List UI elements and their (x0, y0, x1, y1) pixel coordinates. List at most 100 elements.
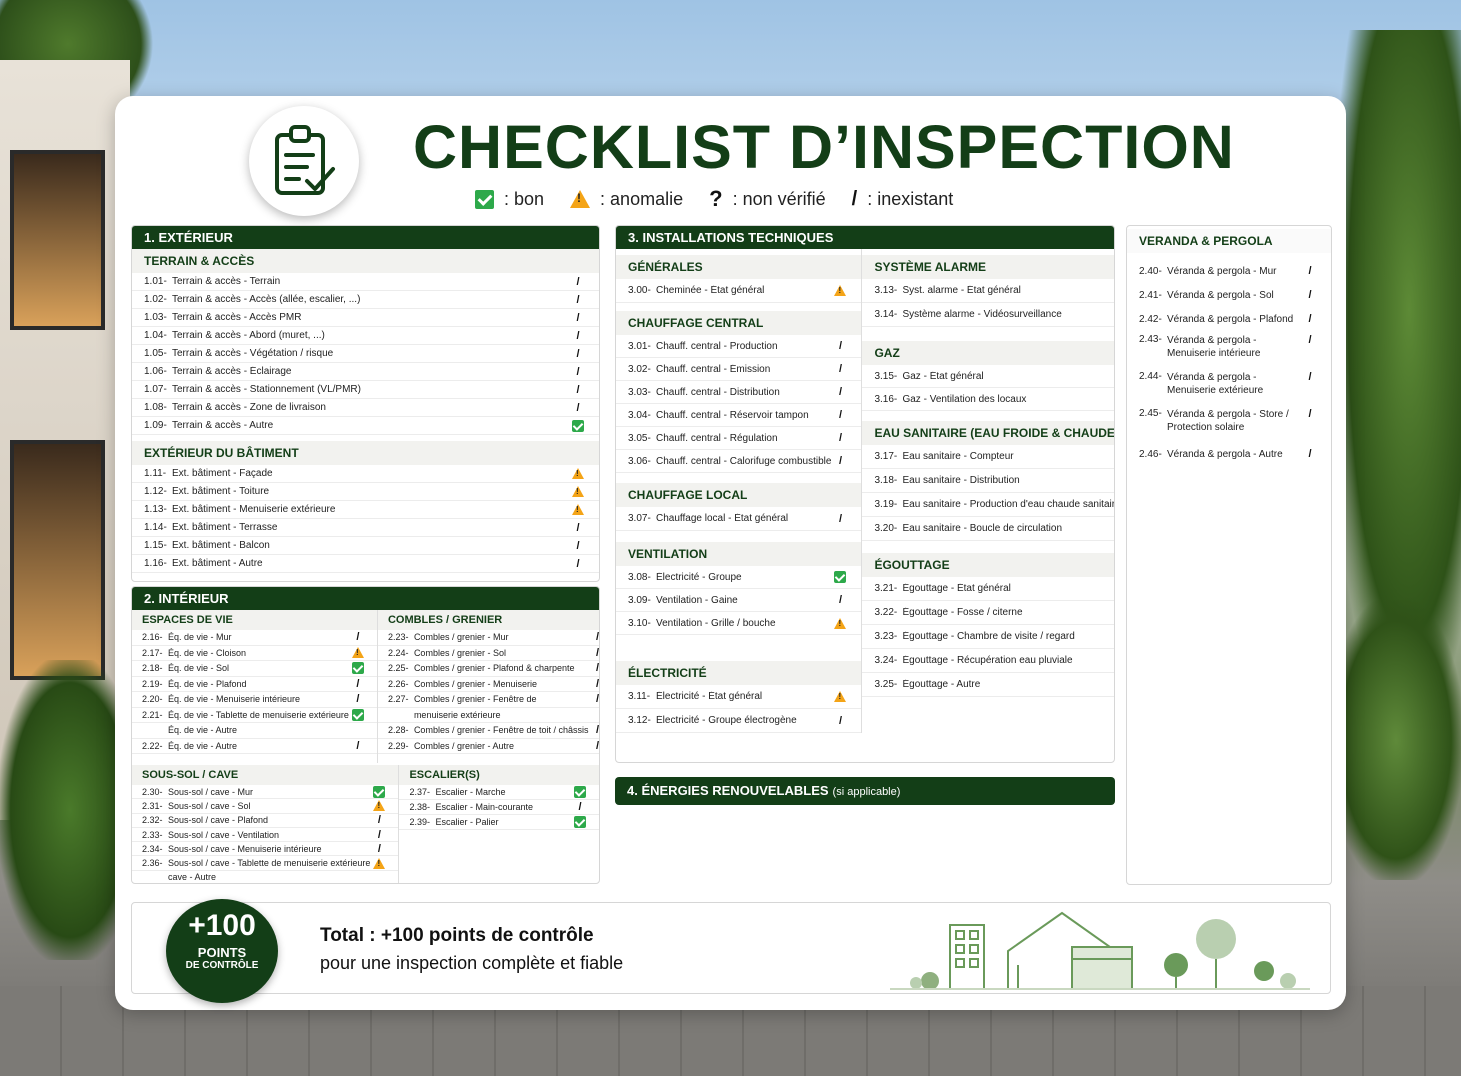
slash-icon: / (838, 409, 842, 421)
item-label: Éq. de vie - Plafond (168, 678, 247, 689)
checklist-row: 2.25- Combles / grenier - Plafond & charp… (377, 661, 600, 677)
slash-icon: / (377, 842, 381, 855)
warning-icon (569, 486, 587, 497)
item-label: Eau sanitaire - Production d'eau chaude … (902, 499, 1115, 510)
subsection-title: GÉNÉRALES (616, 255, 862, 279)
item-number: 3.13- (874, 285, 898, 296)
item-label: Éq. de vie - Tablette de menuiserie exté… (168, 709, 349, 720)
checklist-row: 1.05- Terrain & accès - Végétation / risq… (132, 345, 599, 363)
slash-icon: / (576, 383, 580, 396)
legend: : bon : anomalie ? : non vérifié / : ine… (475, 186, 979, 212)
item-label: Sous-sol / cave - Plafond (168, 815, 269, 826)
item-number: 3.06- (628, 455, 651, 467)
item-label: Gaz - État général (902, 370, 984, 382)
slash-icon: / (595, 693, 600, 706)
item-number: 1.15- (144, 540, 167, 551)
item-number: 1.13- (144, 504, 167, 515)
item-number: 1.07- (144, 384, 167, 395)
background-window (10, 150, 105, 330)
section-veranda: VERANDA & PERGOLA 2.40- Véranda & pergola… (1126, 225, 1332, 885)
item-number: 2.39- (409, 817, 430, 827)
checklist-row: 3.13-Syst. alarme - État général/ (862, 279, 1114, 303)
checklist-card: CHECKLIST D’INSPECTION : bon : anomalie … (115, 96, 1346, 1010)
checklist-row: 2.28- Combles / grenier - Fenêtre de toit… (377, 723, 600, 739)
checklist-row: 2.39- Escalier - Palier (399, 815, 599, 830)
slash-icon: / (595, 662, 600, 675)
item-label: Eau sanitaire - Boucle de circulation (902, 523, 1062, 534)
checklist-row: 3.22-Égouttage - Fosse / citerne/ (862, 601, 1114, 625)
slash-icon: / (377, 828, 381, 841)
item-label: Égouttage - Chambre de visite / regard (902, 631, 1075, 642)
item-label: Chauffage local - État général (656, 513, 789, 524)
slash-icon: / (356, 677, 360, 690)
slash-icon: / (838, 340, 842, 352)
item-label: Combles / grenier - Fenêtre de toit / ch… (413, 725, 589, 736)
item-number: 1.03- (144, 312, 167, 323)
item-label: Véranda & pergola - Mur (1167, 265, 1277, 277)
item-label: Chauff. central - Réservoir tampon (656, 409, 809, 421)
item-label: Ext. bâtiment - Menuiserie extérieure (172, 504, 336, 515)
checklist-row: 3.25-Égouttage - Autre/ (862, 673, 1114, 697)
warning-icon (831, 285, 849, 296)
checklist-row: 2.33- Sous-sol / cave - Ventilation / (132, 828, 399, 843)
checklist-row: 2.26- Combles / grenier - Menuiserie / (377, 677, 599, 692)
check-icon (571, 816, 589, 828)
item-label: Véranda & pergola - Store / Protection s… (1167, 409, 1289, 433)
item-label: Égouttage - Autre (902, 679, 981, 690)
subsection-title: ÉGOUTTAGE (862, 553, 1114, 577)
checklist-row: 1.14- Ext. bâtiment - Terrasse / (132, 519, 599, 537)
subsection-title: VENTILATION (616, 542, 862, 566)
slash-icon: / (1308, 334, 1312, 346)
item-label: Terrain & accès - Stationnement (VL/PMR) (172, 384, 361, 395)
item-number: 3.08- (628, 571, 651, 583)
checklist-row: 1.04- Terrain & accès - Abord (muret, ...… (132, 327, 599, 345)
item-number: 3.17- (874, 451, 898, 462)
slash-icon: / (1308, 265, 1312, 277)
item-label: Véranda & pergola - Sol (1167, 289, 1274, 301)
checklist-row: 2.29- Combles / grenier - Autre / (377, 739, 599, 754)
item-label: Eau sanitaire - Distribution (902, 475, 1020, 486)
checklist-row: 2.23- Combles / grenier - Mur / (377, 630, 599, 646)
subsection-title: VERANDA & PERGOLA (1127, 229, 1331, 253)
slash-icon: / (838, 455, 842, 467)
checklist-row: 2.44- Véranda & pergola - Menuiserie exté… (1127, 368, 1331, 405)
item-number: 3.10- (628, 617, 651, 629)
item-number: 1.11- (144, 468, 167, 479)
item-number: 3.05- (628, 432, 651, 444)
checklist-row: 1.07- Terrain & accès - Stationnement (VL… (132, 381, 599, 399)
footer-text: Total : +100 points de contrôle pour une… (320, 925, 623, 974)
checklist-row: 2.31- Sous-sol / cave - Sol (132, 799, 399, 814)
checklist-row: 3.15-Gaz - État général/ (862, 365, 1114, 388)
slash-icon: / (576, 539, 580, 552)
item-number: 2.41- (1139, 289, 1162, 301)
check-icon (349, 662, 367, 675)
energies-note: (si applicable) (832, 786, 901, 798)
item-number: 2.40- (1139, 265, 1162, 277)
legend-label: : non vérifié (732, 188, 826, 209)
item-number: 2.34- (142, 843, 163, 854)
slash-icon: / (595, 724, 600, 737)
item-label: Électricité - Groupe (656, 571, 742, 583)
section-title: 2. INTÉRIEUR (132, 587, 599, 610)
badge-subtitle: DE CONTRÔLE (185, 960, 259, 971)
item-number: 3.21- (874, 583, 898, 594)
subsection-title: TERRAIN & ACCÈS (132, 249, 599, 273)
item-label: Ext. bâtiment - Toiture (172, 486, 270, 497)
checklist-row: 3.23- Égouttage - Chambre de visite / reg… (862, 625, 1114, 649)
section-title: 3. INSTALLATIONS TECHNIQUES (616, 226, 1114, 249)
slash-icon: / (576, 293, 580, 306)
item-number: 1.01- (144, 276, 167, 287)
item-label: Terrain & accès - Accès (allée, escalier… (172, 294, 361, 305)
item-label: Combles / grenier - Plafond & charpente (413, 663, 575, 674)
slash-icon: / (838, 432, 842, 444)
legend-item-anomalie: : anomalie (570, 189, 683, 210)
item-label: Véranda & pergola - Autre (1167, 448, 1283, 460)
checklist-row: 1.03- Terrain & accès - Accès PMR / (132, 309, 599, 327)
item-number: 3.16- (874, 393, 898, 405)
item-number: 2.31- (142, 800, 163, 811)
item-label: Terrain & accès - Autre (172, 420, 274, 431)
slash-icon: / (851, 187, 858, 210)
item-number: 1.09- (144, 420, 167, 431)
checklist-row: 2.24- Combles / grenier - Sol / (377, 646, 599, 661)
checklist-row: 2.16- Éq. de vie - Mur / (132, 630, 377, 646)
